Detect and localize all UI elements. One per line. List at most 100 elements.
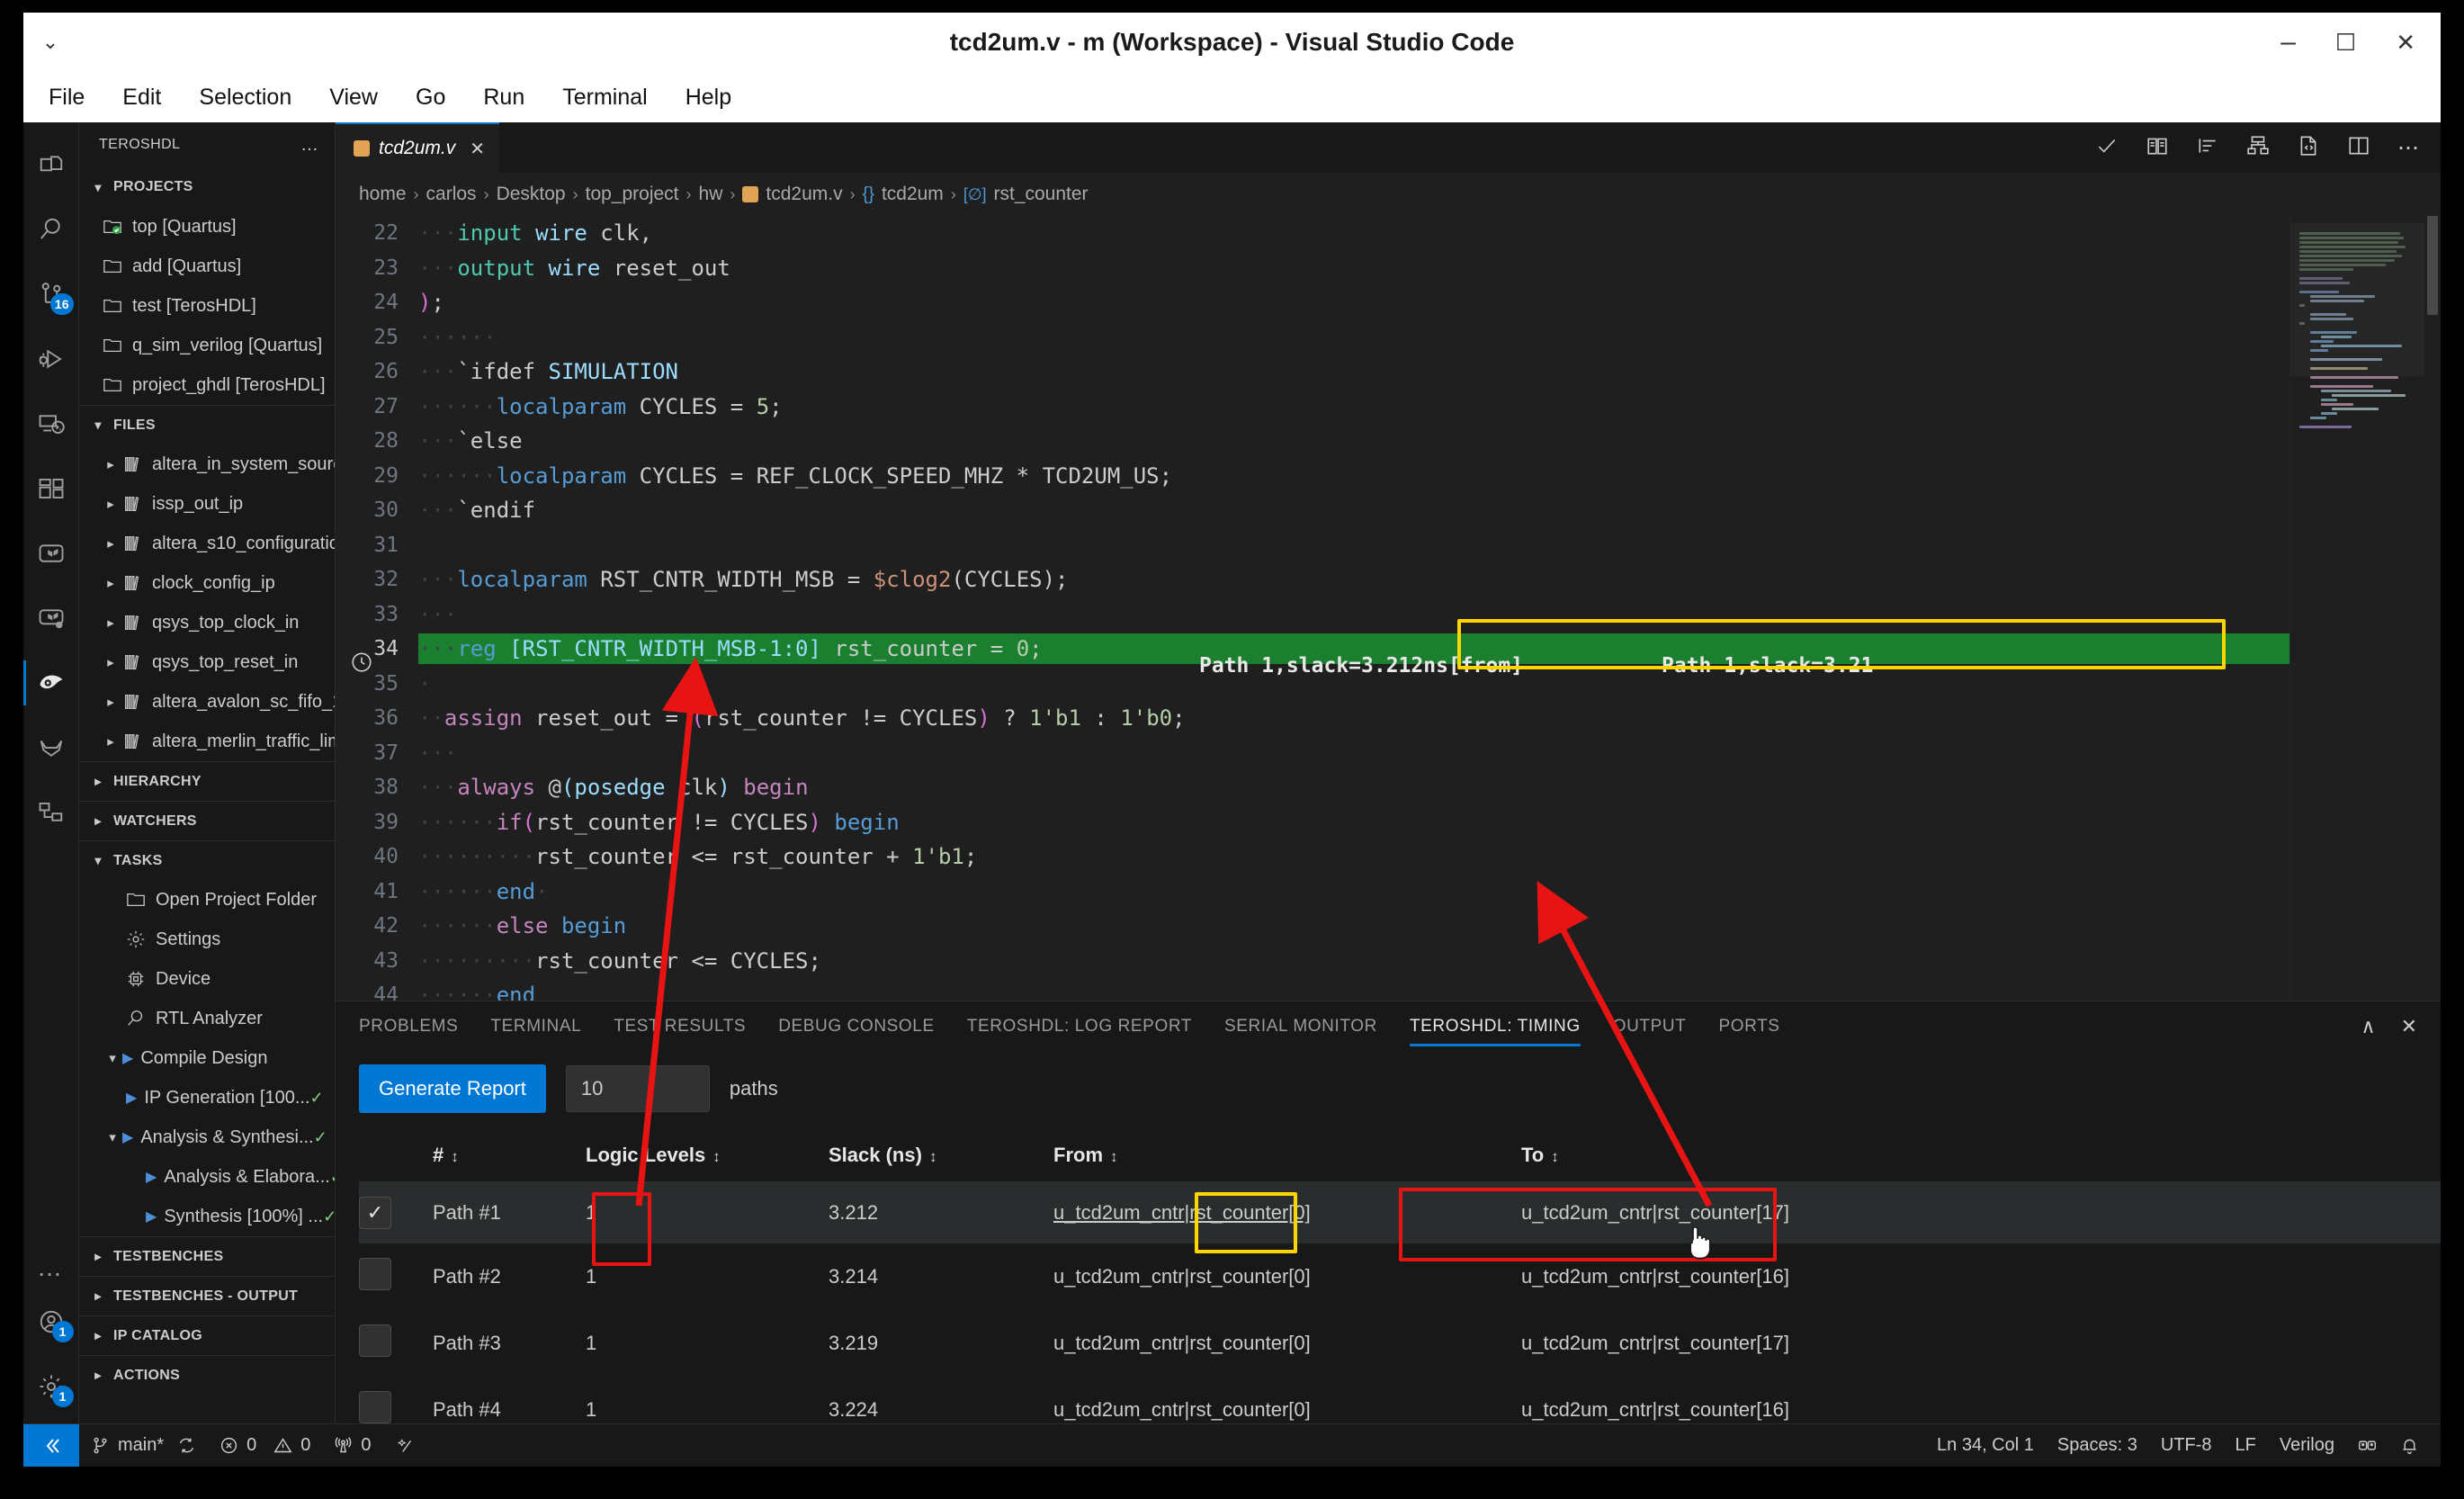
tab-teroshdl-log-report[interactable]: TEROSHDL: LOG REPORT: [967, 1001, 1192, 1052]
section-ip-catalog[interactable]: ▸ IP CATALOG: [79, 1315, 335, 1355]
section-watchers[interactable]: ▸ WATCHERS: [79, 801, 335, 840]
task-settings[interactable]: Settings: [79, 920, 335, 959]
editor-more-icon[interactable]: ⋯: [2397, 135, 2421, 161]
task-device[interactable]: Device: [79, 959, 335, 999]
task-open-project-folder[interactable]: Open Project Folder: [79, 880, 335, 920]
task-rtl-analyzer[interactable]: RTL Analyzer: [79, 999, 335, 1038]
book-icon[interactable]: [2146, 134, 2169, 162]
close-icon[interactable]: ✕: [2396, 31, 2415, 54]
code-file-icon[interactable]: [2297, 134, 2320, 162]
breadcrumb-carlos[interactable]: carlos: [426, 184, 477, 205]
breadcrumb-symbol[interactable]: [∅] rst_counter: [963, 184, 1089, 205]
scrollbar-thumb[interactable]: [2427, 216, 2438, 315]
row-checkbox[interactable]: [359, 1324, 391, 1357]
minimize-icon[interactable]: –: [2280, 29, 2296, 56]
status-indentation[interactable]: Spaces: 3: [2046, 1424, 2149, 1468]
task-ip-generation[interactable]: ▶ IP Generation [100... ✓: [79, 1078, 335, 1118]
row-path-number[interactable]: Path #2: [433, 1243, 586, 1310]
file-item[interactable]: ▸ altera_avalon_sc_fifo_19...: [79, 682, 335, 722]
terraform-cloud-icon[interactable]: [23, 590, 79, 646]
play-icon[interactable]: ▶: [146, 1207, 157, 1225]
window-menu-button[interactable]: ⌄: [23, 32, 77, 52]
sort-icon[interactable]: ↕: [1110, 1148, 1118, 1165]
breadcrumb-top-project[interactable]: top_project: [586, 184, 679, 205]
close-panel-icon[interactable]: ✕: [2401, 1015, 2417, 1038]
tab-terminal[interactable]: TERMINAL: [490, 1001, 581, 1052]
table-row[interactable]: Path #4 1 3.224 u_tcd2um_cntr|rst_counte…: [359, 1377, 2441, 1423]
row-path-number[interactable]: Path #1: [433, 1181, 586, 1243]
breadcrumb-hw[interactable]: hw: [699, 184, 723, 205]
breadcrumb-home[interactable]: home: [359, 184, 407, 205]
maximize-icon[interactable]: ☐: [2335, 31, 2356, 54]
menu-go[interactable]: Go: [410, 81, 451, 114]
status-encoding[interactable]: UTF-8: [2149, 1424, 2224, 1468]
sort-icon[interactable]: ↕: [929, 1148, 937, 1165]
tab-output[interactable]: OUTPUT: [1613, 1001, 1687, 1052]
row-from[interactable]: u_tcd2um_cntr|rst_counter[0]: [1053, 1181, 1521, 1243]
outline-icon[interactable]: [2196, 134, 2219, 162]
col-logic-levels[interactable]: Logic Levels ↕: [586, 1131, 829, 1182]
file-item[interactable]: ▸ altera_in_system_source...: [79, 444, 335, 484]
section-hierarchy[interactable]: ▸ HIERARCHY: [79, 761, 335, 801]
play-icon[interactable]: ▶: [122, 1128, 133, 1146]
remote-window-icon[interactable]: [23, 1423, 79, 1467]
tab-teroshdl-timing[interactable]: TEROSHDL: TIMING: [1409, 1001, 1581, 1052]
close-icon[interactable]: ✕: [470, 138, 485, 160]
row-checkbox[interactable]: [359, 1258, 391, 1290]
breadcrumb-file[interactable]: tcd2um.v: [742, 184, 843, 205]
section-testbenches-output[interactable]: ▸ TESTBENCHES - OUTPUT: [79, 1276, 335, 1315]
menu-run[interactable]: Run: [478, 81, 530, 114]
table-row[interactable]: Path #2 1 3.214 u_tcd2um_cntr|rst_counte…: [359, 1243, 2441, 1310]
play-icon[interactable]: ▶: [122, 1049, 133, 1067]
section-files[interactable]: ▾ FILES: [79, 405, 335, 444]
activity-bar-more-icon[interactable]: …: [37, 1242, 65, 1294]
bell-icon[interactable]: [2388, 1424, 2441, 1468]
section-tasks[interactable]: ▾ TASKS: [79, 840, 335, 880]
sidebar-item-project-ghdl[interactable]: project_ghdl [TerosHDL]: [79, 365, 335, 405]
code-lines[interactable]: 22 ···input wire clk, 23 ···output wire re…: [336, 216, 2289, 1001]
status-lint[interactable]: [383, 1424, 426, 1468]
search-icon[interactable]: [23, 202, 79, 257]
file-item[interactable]: ▸ clock_config_ip: [79, 563, 335, 603]
task-analysis-synthesis[interactable]: ▾ ▶ Analysis & Synthesi... ✓: [79, 1118, 335, 1157]
sidebar-item-top-quartus[interactable]: top [Quartus]: [79, 207, 335, 247]
live-share-icon[interactable]: [2346, 1424, 2388, 1468]
code-editor[interactable]: 22 ···input wire clk, 23 ···output wire re…: [336, 216, 2441, 1001]
row-checkbox-cell[interactable]: [359, 1243, 433, 1310]
row-checkbox-cell[interactable]: [359, 1377, 433, 1423]
task-analysis-elaboration[interactable]: ▶ Analysis & Elabora... ✓: [79, 1157, 335, 1197]
play-icon[interactable]: ▶: [126, 1089, 137, 1107]
collapse-panel-icon[interactable]: ∧: [2361, 1015, 2375, 1038]
row-checkbox[interactable]: [359, 1391, 391, 1423]
menu-edit[interactable]: Edit: [117, 81, 166, 114]
row-checkbox-cell[interactable]: [359, 1310, 433, 1377]
row-from[interactable]: u_tcd2um_cntr|rst_counter[0]: [1053, 1310, 1521, 1377]
sidebar-item-q-sim-verilog[interactable]: q_sim_verilog [Quartus]: [79, 326, 335, 365]
file-item[interactable]: ▸ altera_s10_configuratio...: [79, 524, 335, 563]
breadcrumb-desktop[interactable]: Desktop: [497, 184, 566, 205]
menu-view[interactable]: View: [324, 81, 383, 114]
status-language-mode[interactable]: Verilog: [2268, 1424, 2346, 1468]
col-slack[interactable]: Slack (ns) ↕: [829, 1131, 1053, 1182]
breadcrumb-module[interactable]: {} tcd2um: [863, 184, 944, 205]
row-checkbox[interactable]: ✓: [359, 1197, 391, 1229]
status-eol[interactable]: LF: [2224, 1424, 2268, 1468]
dependency-graph-icon[interactable]: [23, 785, 79, 840]
tab-serial-monitor[interactable]: SERIAL MONITOR: [1224, 1001, 1377, 1052]
file-item[interactable]: ▸ issp_out_ip: [79, 484, 335, 524]
sort-icon[interactable]: ↕: [451, 1148, 459, 1165]
tab-ports[interactable]: PORTS: [1718, 1001, 1779, 1052]
task-synthesis[interactable]: ▶ Synthesis [100%] ... ✓: [79, 1197, 335, 1236]
row-to[interactable]: u_tcd2um_cntr|rst_counter[16]: [1521, 1243, 2441, 1310]
run-and-debug-icon[interactable]: [23, 331, 79, 387]
explorer-icon[interactable]: [23, 137, 79, 193]
row-path-number[interactable]: Path #3: [433, 1310, 586, 1377]
table-row[interactable]: ✓ Path #1 1 3.212 u_tcd2um_cntr|rst_coun…: [359, 1181, 2441, 1243]
task-compile-design[interactable]: ▾ ▶ Compile Design: [79, 1038, 335, 1078]
menu-terminal[interactable]: Terminal: [557, 81, 652, 114]
section-projects[interactable]: ▾ PROJECTS: [79, 167, 335, 207]
remote-explorer-icon[interactable]: [23, 396, 79, 452]
col-from[interactable]: From ↕: [1053, 1131, 1521, 1182]
tab-tcd2um-v[interactable]: tcd2um.v ✕: [336, 122, 499, 173]
menu-file[interactable]: File: [43, 81, 90, 114]
